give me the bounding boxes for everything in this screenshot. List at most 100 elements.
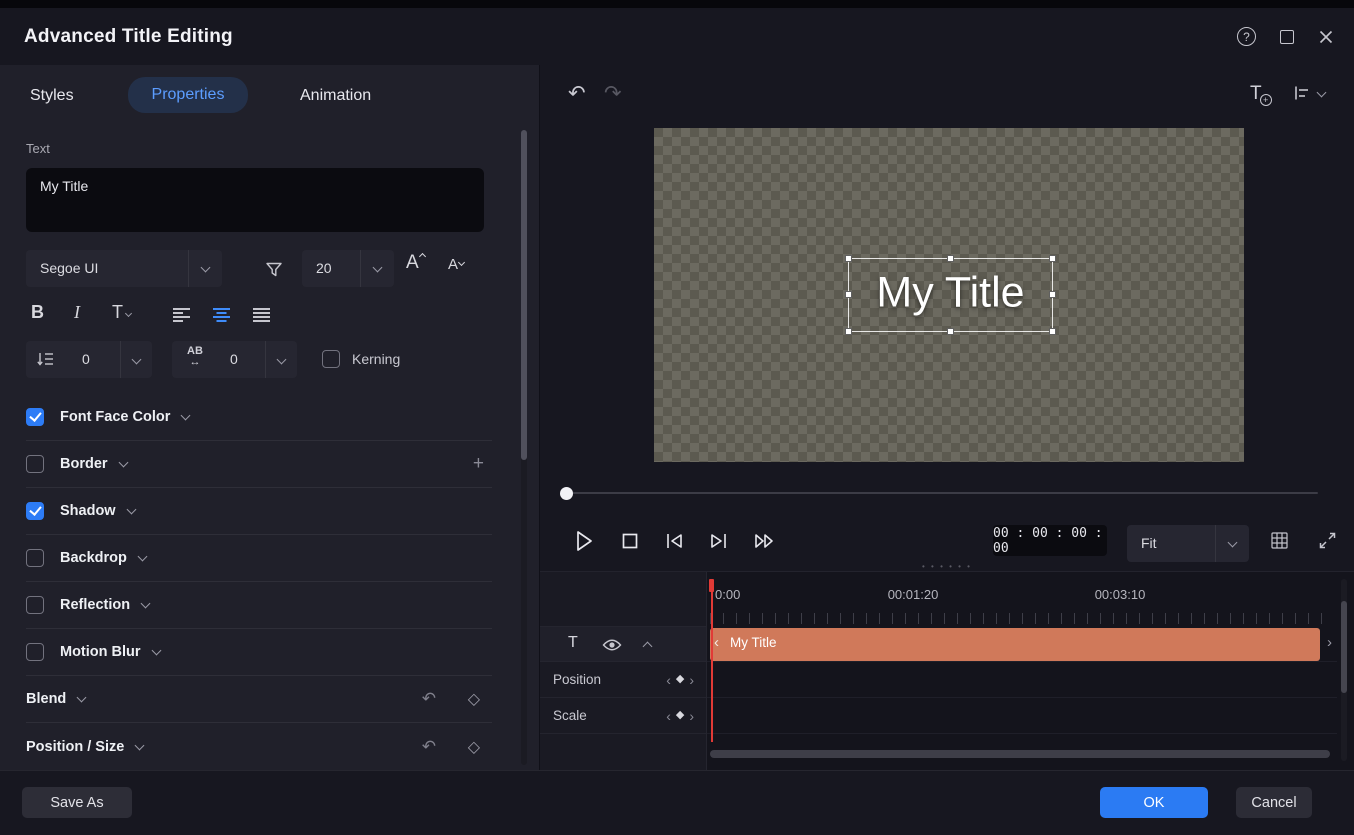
previous-keyframe-icon[interactable]: ‹ <box>666 673 671 687</box>
tab-styles[interactable]: Styles <box>30 79 74 113</box>
chevron-down-icon[interactable] <box>77 693 87 703</box>
seek-handle[interactable] <box>560 487 573 500</box>
letter-spacing-control[interactable]: AB ↔ 0 <box>172 341 297 378</box>
section-backdrop[interactable]: Backdrop <box>26 535 492 582</box>
reset-icon[interactable]: ↶ <box>422 737 436 757</box>
section-shadow[interactable]: Shadow <box>26 488 492 535</box>
add-border-icon[interactable]: + <box>473 453 484 475</box>
shadow-checkbox[interactable] <box>26 502 44 520</box>
scrollbar-thumb[interactable] <box>1341 601 1347 693</box>
line-spacing-dropdown[interactable] <box>120 341 152 378</box>
seek-bar[interactable] <box>560 486 1318 500</box>
panel-splitter-handle[interactable]: • • • • • • <box>540 562 1354 571</box>
help-icon[interactable]: ? <box>1237 27 1256 46</box>
playhead[interactable] <box>709 579 715 742</box>
grid-toggle-icon[interactable] <box>1269 530 1290 551</box>
resize-handle[interactable] <box>845 328 852 335</box>
next-frame-button[interactable] <box>703 525 735 557</box>
chevron-down-icon[interactable] <box>137 552 147 562</box>
add-keyframe-icon[interactable]: ◆ <box>676 710 684 721</box>
font-filter-icon[interactable] <box>260 258 288 280</box>
align-tools-dropdown[interactable] <box>1293 85 1325 101</box>
fullscreen-icon[interactable] <box>1317 530 1338 551</box>
timeline-horizontal-scrollbar[interactable] <box>710 750 1330 758</box>
section-blend[interactable]: Blend ↶ ◇ <box>26 676 492 723</box>
title-clip[interactable]: ‹ My Title › <box>710 628 1320 661</box>
font-family-dropdown[interactable] <box>188 250 222 287</box>
font-family-select[interactable]: Segoe UI <box>26 250 222 287</box>
letter-spacing-dropdown[interactable] <box>265 341 297 378</box>
timeline-vertical-scrollbar[interactable] <box>1341 579 1347 761</box>
chevron-down-icon[interactable] <box>126 505 136 515</box>
keyframe-icon[interactable]: ◇ <box>468 689 480 709</box>
chevron-down-icon[interactable] <box>141 599 151 609</box>
increase-font-size-icon[interactable]: A <box>406 252 425 274</box>
scrollbar-thumb[interactable] <box>710 750 1330 758</box>
ok-button[interactable]: OK <box>1100 787 1208 818</box>
section-position-size[interactable]: Position / Size ↶ ◇ <box>26 723 492 770</box>
text-track-icon[interactable]: T <box>568 634 578 652</box>
reflection-checkbox[interactable] <box>26 596 44 614</box>
section-border[interactable]: Border + <box>26 441 492 488</box>
save-as-button[interactable]: Save As <box>22 787 132 818</box>
fast-forward-button[interactable] <box>748 525 780 557</box>
chevron-down-icon[interactable] <box>181 411 191 421</box>
preview-title-text[interactable]: My Title <box>849 269 1052 318</box>
resize-handle[interactable] <box>845 255 852 262</box>
line-spacing-control[interactable]: 0 <box>26 341 152 378</box>
resize-handle[interactable] <box>1049 255 1056 262</box>
next-keyframe-icon[interactable]: › <box>689 709 694 723</box>
font-size-select[interactable]: 20 <box>302 250 394 287</box>
kerning-checkbox[interactable] <box>322 350 340 368</box>
maximize-icon[interactable] <box>1280 30 1294 44</box>
section-reflection[interactable]: Reflection <box>26 582 492 629</box>
align-left-button[interactable] <box>172 307 191 323</box>
stop-button[interactable] <box>614 525 646 557</box>
italic-button[interactable]: I <box>74 302 80 323</box>
timeline-ruler[interactable]: 0:00 00:01:20 00:03:10 <box>707 579 1338 626</box>
tab-animation[interactable]: Animation <box>300 79 371 113</box>
chevron-down-icon[interactable] <box>151 646 161 656</box>
trim-right-handle[interactable]: › <box>1327 634 1332 651</box>
previous-frame-button[interactable] <box>658 525 690 557</box>
visibility-eye-icon[interactable] <box>602 638 622 652</box>
zoom-mode-dropdown[interactable] <box>1215 525 1249 562</box>
collapse-track-icon[interactable] <box>643 642 653 652</box>
add-keyframe-icon[interactable]: ◆ <box>676 674 684 685</box>
resize-handle[interactable] <box>845 291 852 298</box>
tab-properties[interactable]: Properties <box>128 77 248 113</box>
reset-icon[interactable]: ↶ <box>422 689 436 709</box>
title-text-input[interactable]: My Title <box>26 168 484 232</box>
motion-blur-checkbox[interactable] <box>26 643 44 661</box>
chevron-down-icon[interactable] <box>118 458 128 468</box>
next-keyframe-icon[interactable]: › <box>689 673 694 687</box>
undo-icon[interactable]: ↶ <box>568 81 586 106</box>
backdrop-checkbox[interactable] <box>26 549 44 567</box>
resize-handle[interactable] <box>947 328 954 335</box>
section-motion-blur[interactable]: Motion Blur <box>26 629 492 676</box>
zoom-mode-select[interactable]: Fit <box>1127 525 1249 562</box>
close-icon[interactable] <box>1318 29 1334 45</box>
resize-handle[interactable] <box>1049 328 1056 335</box>
font-size-dropdown[interactable] <box>360 250 394 287</box>
play-button[interactable] <box>568 525 600 557</box>
seek-track[interactable] <box>564 492 1318 494</box>
resize-handle[interactable] <box>1049 291 1056 298</box>
redo-icon[interactable]: ↷ <box>604 81 622 106</box>
cancel-button[interactable]: Cancel <box>1236 787 1312 818</box>
scrollbar-thumb[interactable] <box>521 130 527 460</box>
previous-keyframe-icon[interactable]: ‹ <box>666 709 671 723</box>
keyframe-icon[interactable]: ◇ <box>468 737 480 757</box>
align-center-button[interactable] <box>212 307 231 323</box>
align-justify-button[interactable] <box>252 307 271 323</box>
chevron-down-icon[interactable] <box>135 740 145 750</box>
font-face-color-checkbox[interactable] <box>26 408 44 426</box>
panel-scrollbar[interactable] <box>521 130 527 765</box>
border-checkbox[interactable] <box>26 455 44 473</box>
bold-button[interactable]: B <box>31 302 44 323</box>
title-selection-box[interactable]: My Title <box>848 258 1053 332</box>
resize-handle[interactable] <box>947 255 954 262</box>
decrease-font-size-icon[interactable]: A <box>448 256 464 273</box>
text-options-button[interactable]: T <box>112 302 131 323</box>
section-font-face-color[interactable]: Font Face Color <box>26 394 492 441</box>
